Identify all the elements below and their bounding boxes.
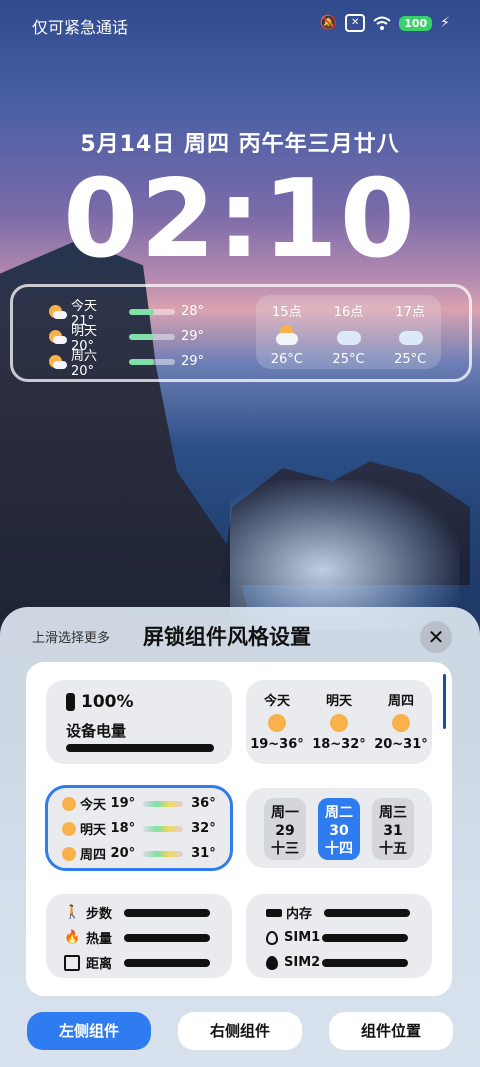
memory-icon — [266, 908, 282, 917]
forecast-day: 明天 18~32° — [312, 694, 366, 752]
lockscreen-date: 5月14日 周四 丙午年三月廿八 — [80, 132, 400, 157]
partly-sunny-icon — [62, 796, 76, 811]
battery-percent: 100% — [81, 692, 134, 712]
mute-icon: 🔕 — [319, 15, 338, 31]
swipe-hint: 上滑选择更多 — [32, 631, 111, 646]
partly-sunny-icon — [62, 821, 76, 836]
walking-icon: 🚶 — [64, 905, 81, 920]
health-style-card[interactable]: 🚶 步数 🔥 热量 距离 — [46, 894, 232, 978]
daily-high: 28° — [181, 304, 205, 319]
calendar-day-today: 周二 30 十四 — [318, 798, 360, 860]
hour-label: 15点 — [272, 305, 302, 320]
partly-sunny-icon — [49, 354, 67, 369]
weather-list-row: 今天 19° 36° — [62, 791, 216, 816]
storage-row: SIM2 — [266, 950, 410, 975]
lockscreen-clock: 02:10 — [63, 157, 417, 282]
battery-style-card[interactable]: 100% 设备电量 — [46, 680, 232, 764]
weather-list-style-card[interactable]: 今天 19° 36° 明天 18° 32° 周四 20° 31° — [45, 785, 233, 871]
daily-row: 周六 20° 29° — [49, 349, 205, 379]
forecast-day: 周四 20~31° — [374, 694, 428, 752]
cloudy-icon — [335, 325, 362, 347]
weather-list-row: 明天 18° 32° — [62, 816, 216, 841]
widget-style-grid: 100% 设备电量 今天 19~36° 明天 18~32° 周四 20~31° … — [26, 662, 452, 996]
daily-high: 29° — [181, 354, 205, 369]
wifi-icon — [373, 16, 391, 30]
left-widget-button[interactable]: 左侧组件 — [27, 1012, 151, 1050]
daily-forecast: 今天 21° 28° 明天 20° 29° 周六 20° 29° — [49, 299, 205, 379]
hour-label: 16点 — [333, 305, 364, 320]
hour-temp: 26°C — [270, 352, 303, 367]
forecast-day: 今天 19~36° — [250, 694, 304, 752]
cloudy-icon — [397, 325, 424, 347]
health-row: 🚶 步数 — [64, 900, 210, 925]
partly-sunny-icon — [62, 846, 76, 861]
battery-label: 设备电量 — [66, 722, 127, 740]
sheet-title: 屏锁组件风格设置 — [143, 625, 311, 649]
hourly-item: 16点 25°C — [332, 295, 364, 369]
hour-temp: 25°C — [332, 352, 365, 367]
daily-high: 29° — [181, 329, 205, 344]
partly-sunny-icon — [267, 714, 286, 732]
temp-range-bar — [129, 358, 175, 365]
storage-style-card[interactable]: 内存 SIM1 SIM2 — [246, 894, 432, 978]
calendar-style-card[interactable]: 周一 29 十三 周二 30 十四 周三 31 十五 — [246, 788, 432, 868]
calendar-day: 周一 29 十三 — [264, 798, 306, 860]
storage-row: 内存 — [266, 900, 410, 925]
close-button[interactable]: ✕ — [420, 621, 452, 653]
phone-battery-icon — [66, 693, 75, 711]
scrollbar[interactable] — [443, 674, 446, 729]
daily-label-low: 周六 20° — [71, 348, 98, 379]
calendar-day: 周三 31 十五 — [372, 798, 414, 860]
weather-list-row: 周四 20° 31° — [62, 841, 216, 866]
flame-icon: 🔥 — [64, 930, 81, 945]
widget-style-sheet: 上滑选择更多 屏锁组件风格设置 ✕ 100% 设备电量 今天 19~36° 明天 — [0, 607, 480, 1067]
partly-sunny-icon — [274, 325, 300, 347]
partly-sunny-icon — [49, 329, 67, 344]
partly-sunny-icon — [329, 714, 348, 732]
sim-drop-outline-icon — [266, 930, 278, 945]
status-bar: 仅可紧急通话 🔕 ✕ 100 ⚡ — [0, 0, 480, 48]
forecast-style-card[interactable]: 今天 19~36° 明天 18~32° 周四 20~31° — [246, 680, 432, 764]
storage-row: SIM1 — [266, 925, 410, 950]
health-row: 🔥 热量 — [64, 925, 210, 950]
distance-icon — [64, 954, 80, 971]
battery-level-badge: 100 — [399, 15, 433, 31]
right-widget-button[interactable]: 右侧组件 — [178, 1012, 302, 1050]
partly-sunny-icon — [49, 304, 67, 319]
battery-bar — [66, 744, 214, 752]
charging-icon: ⚡ — [440, 15, 450, 31]
status-icons: 🔕 ✕ 100 ⚡ — [320, 14, 450, 32]
carrier-text: 仅可紧急通话 — [32, 18, 129, 37]
sim-drop-filled-icon — [266, 955, 278, 970]
partly-sunny-icon — [391, 714, 410, 732]
widget-position-button[interactable]: 组件位置 — [329, 1012, 453, 1050]
temp-range-bar — [129, 333, 175, 340]
hourly-item: 17点 25°C — [394, 295, 426, 369]
hour-temp: 25°C — [394, 352, 427, 367]
no-sim-icon: ✕ — [345, 14, 366, 32]
health-row: 距离 — [64, 950, 210, 975]
hourly-item: 15点 26°C — [271, 295, 303, 369]
hourly-forecast: 15点 26°C 16点 25°C 17点 25°C — [256, 295, 441, 369]
hour-label: 17点 — [395, 305, 425, 320]
weather-widget[interactable]: 今天 21° 28° 明天 20° 29° 周六 20° 29° 15点 26°… — [10, 284, 472, 382]
temp-range-bar — [129, 308, 175, 315]
